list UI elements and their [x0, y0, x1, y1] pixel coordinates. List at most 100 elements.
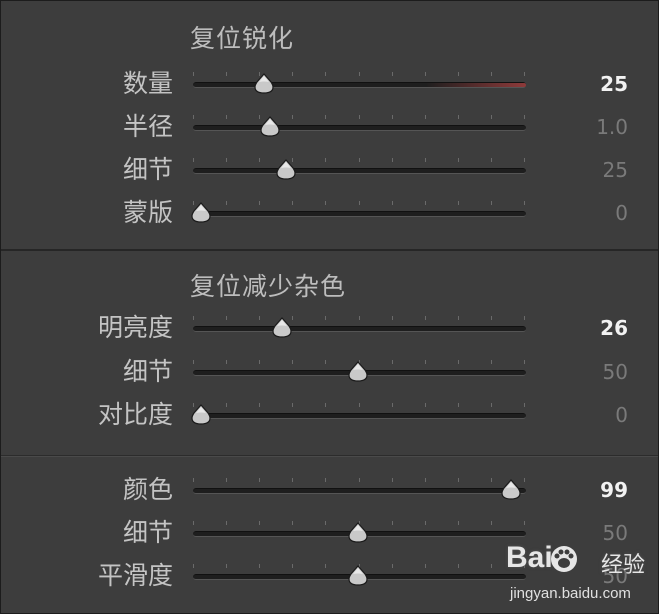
slider-value[interactable]: 25 — [561, 64, 628, 104]
slider-tick — [325, 72, 327, 76]
noise-reduction-reset-title[interactable]: 复位减少杂色 — [190, 272, 346, 302]
slider-tick — [457, 316, 459, 320]
slider-thumb[interactable] — [253, 73, 274, 95]
slider-row-luminance-2: 对比度 0 — [1, 395, 658, 435]
slider-track[interactable] — [193, 326, 526, 332]
slider-tick — [358, 403, 360, 407]
slider-tick — [490, 521, 492, 525]
slider-track[interactable] — [193, 168, 526, 174]
slider-thumb[interactable] — [347, 522, 368, 544]
slider-tick — [325, 360, 327, 364]
slider-tick — [226, 360, 228, 364]
slider-value[interactable]: 99 — [561, 470, 628, 510]
slider-tick — [259, 201, 261, 205]
slider-tick — [292, 115, 294, 119]
slider-value[interactable]: 0 — [561, 395, 628, 435]
slider-tick — [226, 478, 228, 482]
slider-tick — [226, 403, 228, 407]
slider-row-sharpen-3: 蒙版 0 — [1, 193, 658, 233]
slider-ticks — [193, 201, 526, 207]
slider-tick — [325, 564, 327, 568]
slider-label: 细节 — [122, 518, 173, 547]
slider-tick — [226, 316, 228, 320]
slider-tick — [292, 564, 294, 568]
slider-tick — [325, 201, 327, 205]
slider-tick — [524, 478, 525, 482]
slider-tick — [226, 201, 228, 205]
slider-ticks — [193, 478, 526, 484]
slider-track[interactable] — [193, 211, 526, 217]
slider-tick — [259, 521, 261, 525]
slider-tick — [457, 360, 459, 364]
slider-label: 平滑度 — [97, 561, 173, 590]
slider-tick — [424, 564, 426, 568]
slider-tick — [226, 158, 228, 162]
slider-thumb[interactable] — [191, 404, 211, 426]
slider-tick — [424, 521, 426, 525]
slider-tick — [424, 403, 426, 407]
slider-tick — [193, 115, 194, 119]
slider-ticks — [193, 72, 526, 78]
slider-tick — [391, 478, 393, 482]
slider-value[interactable]: 1.0 — [561, 107, 628, 147]
slider-thumb[interactable] — [347, 565, 368, 587]
slider-thumb[interactable] — [272, 317, 292, 339]
slider-tick — [259, 158, 261, 162]
slider-tick — [193, 521, 194, 525]
slider-value[interactable]: 26 — [561, 308, 628, 348]
slider-tick — [524, 403, 525, 407]
slider-label: 细节 — [122, 155, 173, 184]
slider-tick — [457, 403, 459, 407]
slider-tick — [193, 72, 194, 76]
slider-tick — [292, 403, 294, 407]
slider-track[interactable] — [193, 82, 526, 88]
slider-value[interactable]: 0 — [561, 193, 628, 233]
slider-tick — [424, 201, 426, 205]
slider-label: 蒙版 — [122, 198, 173, 227]
slider-ticks — [193, 403, 526, 409]
slider-track[interactable] — [193, 125, 526, 131]
noise-reduction-panel: 复位减少杂色 明亮度 26 细节 50 对比度 0 颜色 99 细节 50 平滑度 50 — [1, 252, 658, 613]
slider-tick — [391, 201, 393, 205]
slider-row-color-0: 颜色 99 — [1, 470, 658, 510]
slider-thumb[interactable] — [191, 202, 211, 224]
slider-tick — [226, 72, 228, 76]
slider-row-sharpen-1: 半径 1.0 — [1, 107, 658, 147]
slider-track[interactable] — [193, 413, 526, 419]
slider-tick — [259, 360, 261, 364]
slider-tick — [457, 158, 459, 162]
slider-tick — [490, 564, 492, 568]
slider-label: 对比度 — [97, 400, 173, 429]
slider-tick — [391, 72, 393, 76]
slider-thumb[interactable] — [347, 361, 368, 383]
slider-value[interactable]: 50 — [561, 352, 628, 392]
slider-value[interactable]: 50 — [561, 556, 628, 596]
slider-value[interactable]: 50 — [561, 513, 628, 553]
slider-tick — [325, 478, 327, 482]
slider-tick — [490, 115, 492, 119]
slider-tick — [490, 158, 492, 162]
slider-tick — [490, 316, 492, 320]
slider-row-sharpen-2: 细节 25 — [1, 150, 658, 190]
sharpening-reset-title[interactable]: 复位锐化 — [190, 24, 294, 54]
slider-tick — [524, 158, 525, 162]
slider-label: 明亮度 — [97, 313, 173, 342]
slider-label: 细节 — [122, 357, 173, 386]
slider-tick — [292, 72, 294, 76]
slider-tick — [226, 564, 228, 568]
slider-tick — [325, 403, 327, 407]
slider-tick — [457, 201, 459, 205]
slider-tick — [391, 115, 393, 119]
slider-tick — [457, 72, 459, 76]
slider-tick — [325, 115, 327, 119]
slider-tick — [424, 316, 426, 320]
slider-tick — [424, 72, 426, 76]
slider-thumb[interactable] — [501, 479, 521, 501]
slider-thumb[interactable] — [260, 116, 280, 138]
slider-thumb[interactable] — [275, 159, 296, 181]
slider-tick — [391, 158, 393, 162]
slider-track[interactable] — [193, 488, 526, 494]
noise-divider — [1, 455, 658, 457]
slider-value[interactable]: 25 — [561, 150, 628, 190]
slider-tick — [292, 201, 294, 205]
